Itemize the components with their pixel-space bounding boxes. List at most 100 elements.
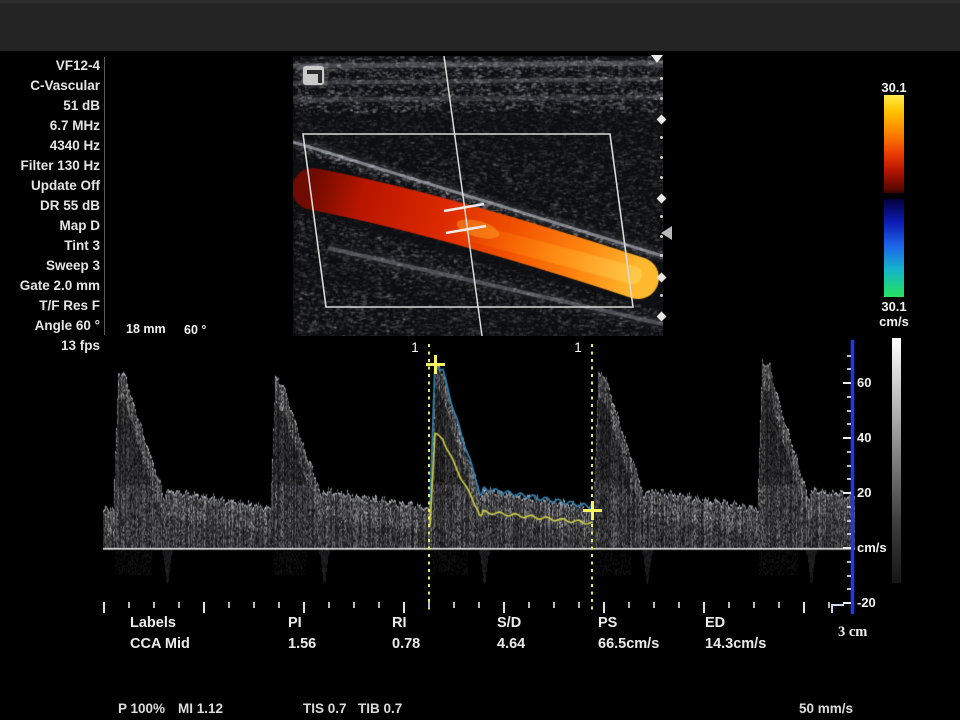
caliper-line-2[interactable] [591, 344, 593, 612]
focus-marker-icon[interactable] [661, 226, 672, 240]
time-tick [653, 602, 655, 608]
velocity-tick [847, 410, 851, 412]
time-tick [253, 602, 255, 608]
time-tick [228, 602, 230, 608]
velocity-tick [847, 561, 851, 563]
sidebar-param: T/F Res F [0, 296, 100, 316]
time-tick [303, 602, 305, 613]
time-tick [203, 602, 205, 613]
caliper-cross-1[interactable] [426, 355, 445, 374]
measurement-value: 14.3cm/s [705, 636, 766, 652]
spectral-doppler-canvas [103, 342, 855, 612]
measurement-value: 0.78 [392, 636, 420, 652]
sidebar-param: 51 dB [0, 96, 100, 116]
velocity-tick [847, 588, 851, 590]
measurement-value: 66.5cm/s [598, 636, 659, 652]
time-tick [753, 602, 755, 608]
sidebar-param: Update Off [0, 176, 100, 196]
bmode-overlay [293, 56, 663, 336]
status-bar: P 100% MI 1.12 TIS 0.7 TIB 0.7 50 mm/s [0, 701, 960, 720]
top-bar [0, 0, 960, 51]
sidebar-param: Filter 130 Hz [0, 156, 100, 176]
sidebar-param: VF12-4 [0, 56, 100, 76]
sweep-speed-value: 50 mm/s [753, 701, 853, 716]
time-tick [803, 602, 805, 613]
doppler-angle-label: 60 ° [184, 323, 206, 337]
sidebar-param: C-Vascular [0, 76, 100, 96]
caliper-number-1: 1 [407, 340, 423, 355]
sidebar-param: Tint 3 [0, 236, 100, 256]
tis-value: TIS 0.7 [303, 701, 347, 716]
color-box-outline[interactable] [303, 134, 633, 307]
depth-marker [660, 176, 663, 179]
time-tick [103, 602, 105, 613]
time-tick [678, 602, 680, 608]
time-tick [703, 602, 705, 613]
measurement-label: PI [288, 615, 302, 631]
measurement-label: S/D [497, 615, 521, 631]
time-tick [553, 602, 555, 608]
velocity-tick [847, 520, 851, 522]
depth-marker [660, 215, 663, 218]
color-scale-forward [884, 95, 904, 193]
tib-value: TIB 0.7 [358, 701, 402, 716]
depth-marker [660, 77, 663, 80]
velocity-tick [847, 506, 851, 508]
color-scale-min: 30.1 [869, 299, 919, 314]
grayscale-map-bar [892, 338, 901, 583]
scale-top-marker-icon [651, 55, 663, 63]
probe-orientation-icon [303, 66, 324, 85]
measurement-value: CCA Mid [130, 636, 190, 652]
sidebar-param: Map D [0, 216, 100, 236]
time-tick [453, 602, 455, 608]
velocity-tick [847, 478, 851, 480]
sample-gate-lower[interactable] [446, 226, 486, 233]
velocity-tick [847, 451, 851, 453]
mechanical-index-value: MI 1.12 [178, 701, 223, 716]
sidebar-param: 13 fps [0, 336, 100, 356]
panel-divider [104, 57, 105, 335]
time-tick [603, 602, 605, 613]
measurement-label: ED [705, 615, 725, 631]
sidebar-param: Gate 2.0 mm [0, 276, 100, 296]
measurement-results-row: LabelsCCA MidPI1.56RI0.78S/D4.64PS66.5cm… [0, 615, 960, 657]
velocity-axis [851, 340, 854, 614]
time-tick [503, 602, 505, 613]
velocity-tick [843, 602, 851, 604]
velocity-tick [847, 396, 851, 398]
measurement-value: 1.56 [288, 636, 316, 652]
measurement-label: Labels [130, 615, 176, 631]
depth-marker [660, 97, 663, 100]
time-tick [828, 602, 830, 608]
sidebar-param: 6.7 MHz [0, 116, 100, 136]
sidebar-param: Sweep 3 [0, 256, 100, 276]
time-tick [328, 602, 330, 608]
doppler-cursor-line[interactable] [444, 56, 482, 336]
measurement-label: RI [392, 615, 407, 631]
time-tick [478, 602, 480, 608]
velocity-tick [843, 547, 851, 549]
color-scale-unit: cm/s [869, 314, 919, 329]
depth-marker [660, 136, 663, 139]
time-tick [178, 602, 180, 608]
velocity-tick [847, 575, 851, 577]
sweep-position-marker [831, 604, 844, 613]
velocity-tick [843, 492, 851, 494]
caliper-cross-2[interactable] [583, 501, 602, 520]
velocity-tick [847, 368, 851, 370]
caliper-number-2: 1 [570, 340, 586, 355]
time-tick [153, 602, 155, 608]
color-scale-max: 30.1 [869, 80, 919, 95]
time-tick [628, 602, 630, 608]
time-tick [428, 602, 430, 608]
sidebar-param: Angle 60 ° [0, 316, 100, 336]
sidebar-param: 4340 Hz [0, 136, 100, 156]
time-tick [578, 602, 580, 608]
color-scale-reverse [884, 199, 904, 297]
time-tick [278, 602, 280, 608]
velocity-tick [847, 355, 851, 357]
ultrasound-screen: VF12-4C-Vascular51 dB6.7 MHz4340 HzFilte… [0, 0, 960, 720]
velocity-tick [843, 382, 851, 384]
caliper-line-1[interactable] [428, 344, 430, 612]
time-tick [778, 602, 780, 608]
